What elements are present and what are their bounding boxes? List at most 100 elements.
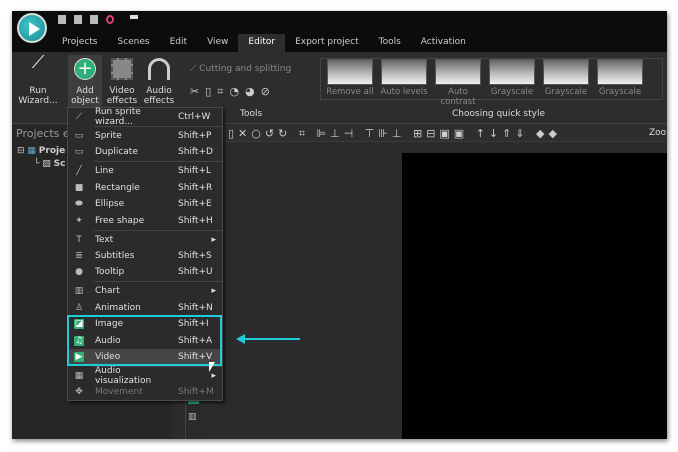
play-icon[interactable] — [106, 15, 114, 24]
style-label: Grayscale — [490, 87, 534, 97]
add-icon: + — [74, 58, 96, 80]
open-icon[interactable] — [74, 15, 82, 24]
style-label: Remove all — [326, 87, 374, 97]
tab-tools[interactable]: Tools — [369, 34, 411, 52]
toolbar-icons[interactable]: ▯✕○↺↻ ⌗ ⊫⊥⊣ ⊤⊪⊥ ⊞⊟▣▣ ↑↓⇑⇓ ◆◆ — [228, 127, 561, 141]
menu-item-rectangle[interactable]: ■ Rectangle Shift+R — [68, 180, 222, 196]
tab-export-project[interactable]: Export project — [285, 34, 369, 52]
knife-icon: ⟋ — [190, 64, 200, 74]
audio-effects-label: Audio — [146, 86, 172, 96]
quick-style-item[interactable]: Auto contrast — [432, 59, 484, 107]
menu-item-label: Audio visualization — [95, 366, 152, 386]
tree-item-scene[interactable]: └ ▨ Sc — [34, 159, 66, 169]
menu-item-shortcut: Shift+S — [178, 251, 212, 261]
new-project-icon[interactable] — [58, 15, 66, 24]
run-wizard-button[interactable]: ⟋ Run Wizard... — [18, 54, 58, 107]
quick-style-group-label: Choosing quick style — [452, 109, 545, 119]
style-label: Grayscale — [544, 87, 588, 97]
menu-item-free-shape[interactable]: ✦ Free shape Shift+H — [68, 213, 222, 229]
tree-label: Sc — [53, 159, 66, 169]
menu-item-line[interactable]: ╱ Line Shift+L — [68, 163, 222, 179]
tree-label: Proje — [38, 146, 66, 156]
thumbnail — [489, 59, 535, 85]
menu-item-chart[interactable]: ▥ Chart ▸ — [68, 283, 222, 299]
submenu-arrow-icon: ▸ — [211, 371, 216, 381]
tab-scenes[interactable]: Scenes — [107, 34, 159, 52]
submenu-arrow-icon: ▸ — [211, 286, 216, 296]
scene-icon: ▨ — [42, 159, 51, 169]
style-label: Auto contrast — [440, 87, 476, 107]
cutting-label: Cutting and splitting — [199, 64, 292, 74]
save-icon[interactable] — [90, 15, 98, 24]
quick-style-item[interactable]: Auto levels — [378, 59, 430, 97]
app-logo[interactable] — [17, 13, 47, 43]
thumbnail — [597, 59, 643, 85]
menu-item-ellipse[interactable]: ⬬ Ellipse Shift+E — [68, 196, 222, 212]
menu-item-text[interactable]: T Text ▸ — [68, 232, 222, 248]
menu-item-label: Ellipse — [95, 199, 125, 209]
add-object-label: Add — [76, 86, 94, 96]
video-effects-label-2: effects — [106, 96, 138, 106]
thumbnail — [327, 59, 373, 85]
headphones-icon — [148, 58, 170, 80]
zoom-label: Zoo — [649, 128, 667, 138]
menu-item-label: Line — [95, 166, 114, 176]
submenu-arrow-icon: ▸ — [211, 235, 216, 245]
video-effects-button[interactable]: Video effects — [106, 58, 138, 106]
tools-icons[interactable]: ✂▯⌗◔◕⊘ — [190, 85, 276, 99]
menu-item-animation[interactable]: ♙ Animation Shift+N — [68, 300, 222, 316]
menu-item-shortcut: Shift+U — [178, 267, 213, 277]
quick-style-item[interactable]: Remove all — [324, 59, 376, 97]
audio-visualization-icon[interactable]: ▥ — [188, 412, 199, 422]
menu-item-label: Run sprite wizard... — [95, 107, 141, 127]
audio-effects-label-2: effects — [143, 96, 175, 106]
menu-item-audio-visualization[interactable]: ▦ Audio visualization ▸ — [68, 366, 222, 386]
menu-item-duplicate[interactable]: ▭ Duplicate Shift+D — [68, 144, 222, 160]
movement-icon: ✥ — [75, 387, 83, 397]
quick-style-item[interactable]: Grayscale — [486, 59, 538, 97]
menu-separator — [94, 230, 222, 231]
menu-item-subtitles[interactable]: ≣ Subtitles Shift+S — [68, 248, 222, 264]
film-icon — [111, 58, 133, 80]
tooltip-icon: ● — [75, 267, 83, 277]
quick-style-item[interactable]: Grayscale — [594, 59, 646, 97]
mouse-cursor — [209, 362, 215, 372]
free-shape-icon: ✦ — [75, 216, 83, 226]
menu-item-shortcut: Shift+L — [178, 166, 212, 176]
preview-canvas[interactable] — [402, 153, 667, 439]
cutting-splitting-button[interactable]: ⟋ Cutting and splitting — [190, 64, 291, 74]
menu-item-label: Rectangle — [95, 183, 140, 193]
menu-item-shortcut: Shift+H — [178, 216, 213, 226]
wand-icon: ⟋ — [75, 112, 83, 122]
run-wizard-label-2: Wizard... — [18, 96, 58, 106]
tab-view[interactable]: View — [197, 34, 238, 52]
menu-item-label: Chart — [95, 286, 120, 296]
menu-tabs: Projects Scenes Edit View Editor Export … — [52, 34, 476, 52]
tab-edit[interactable]: Edit — [160, 34, 197, 52]
tree-item-project[interactable]: ⊟ ▦ Proje — [17, 146, 65, 156]
menu-item-label: Movement — [95, 387, 143, 397]
animation-icon: ♙ — [74, 303, 84, 313]
subtitles-icon: ≣ — [75, 251, 83, 261]
menu-item-tooltip[interactable]: ● Tooltip Shift+U — [68, 264, 222, 280]
quick-style-item[interactable]: Grayscale — [540, 59, 592, 97]
menu-item-movement[interactable]: ✥ Movement Shift+M — [68, 384, 222, 400]
menu-item-label: Animation — [95, 303, 141, 313]
style-label: Grayscale — [598, 87, 642, 97]
thumbnail — [381, 59, 427, 85]
audio-effects-button[interactable]: Audio effects — [142, 58, 176, 106]
sprite-icon: ▭ — [74, 131, 84, 141]
menu-item-shortcut: Ctrl+W — [178, 112, 211, 122]
menu-separator — [94, 161, 222, 162]
menu-item-label: Free shape — [95, 216, 145, 226]
quick-access-dropdown-icon[interactable] — [130, 15, 138, 19]
menu-item-run-sprite-wizard[interactable]: ⟋ Run sprite wizard... Ctrl+W — [68, 107, 222, 127]
video-effects-label: Video — [109, 86, 135, 96]
menu-item-sprite[interactable]: ▭ Sprite Shift+P — [68, 128, 222, 144]
menu-item-shortcut: Shift+N — [178, 303, 213, 313]
title-bar: Projects Scenes Edit View Editor Export … — [12, 11, 667, 52]
run-wizard-label: Run — [29, 86, 47, 96]
tab-editor[interactable]: Editor — [238, 34, 286, 52]
tab-activation[interactable]: Activation — [411, 34, 476, 52]
tab-projects[interactable]: Projects — [52, 34, 107, 52]
